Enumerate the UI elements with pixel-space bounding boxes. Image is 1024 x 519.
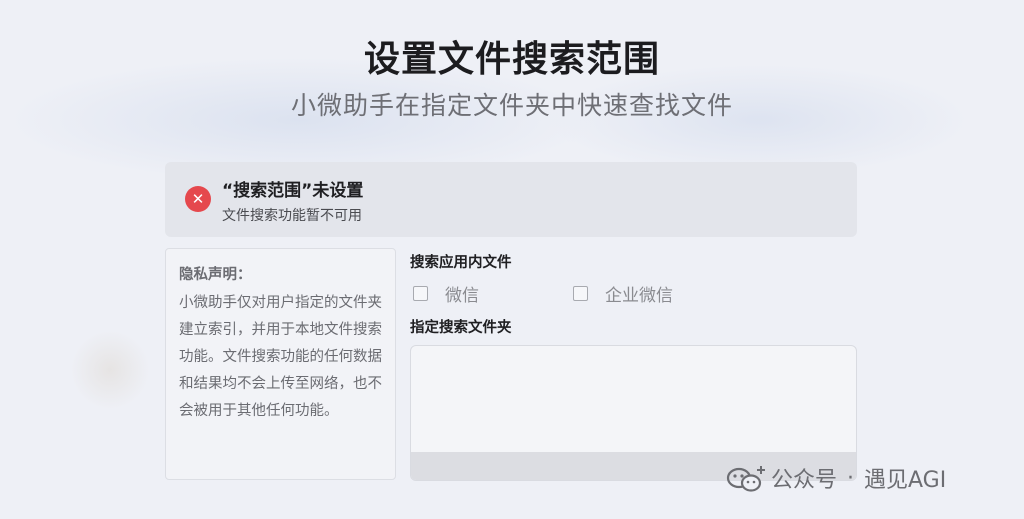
watermark: 公众号 · 遇见AGI	[725, 461, 946, 495]
checkbox-label: 微信	[445, 285, 479, 306]
privacy-body: 小微助手仅对用户指定的文件夹建立索引，并用于本地文件搜索功能。文件搜索功能的任何…	[179, 295, 382, 419]
watermark-source: 公众号	[771, 468, 838, 493]
watermark-separator: ·	[847, 465, 855, 491]
search-apps-label: 搜索应用内文件	[410, 255, 512, 271]
checkbox-box[interactable]	[573, 285, 588, 301]
app-options: 微信 企业微信	[413, 282, 863, 306]
privacy-heading: 隐私声明：	[179, 267, 252, 283]
checkbox-label: 企业微信	[605, 285, 673, 306]
checkbox-wechat[interactable]: 微信	[413, 282, 479, 306]
checkbox-wecom[interactable]: 企业微信	[573, 282, 673, 306]
page-subtitle: 小微助手在指定文件夹中快速查找文件	[290, 91, 733, 120]
background-blur	[70, 330, 150, 410]
privacy-notice: 隐私声明： 小微助手仅对用户指定的文件夹建立索引，并用于本地文件搜索功能。文件搜…	[165, 248, 396, 480]
status-alert: ✕ “搜索范围”未设置 文件搜索功能暂不可用	[165, 162, 857, 237]
wechat-icon	[725, 463, 767, 493]
alert-description: 文件搜索功能暂不可用	[222, 208, 362, 224]
watermark-account: 遇见AGI	[864, 468, 947, 493]
search-folder-label: 指定搜索文件夹	[410, 320, 512, 336]
checkbox-box[interactable]	[413, 285, 428, 301]
alert-title: “搜索范围”未设置	[222, 181, 364, 201]
close-icon: ✕	[185, 186, 211, 212]
page-title: 设置文件搜索范围	[363, 39, 660, 80]
